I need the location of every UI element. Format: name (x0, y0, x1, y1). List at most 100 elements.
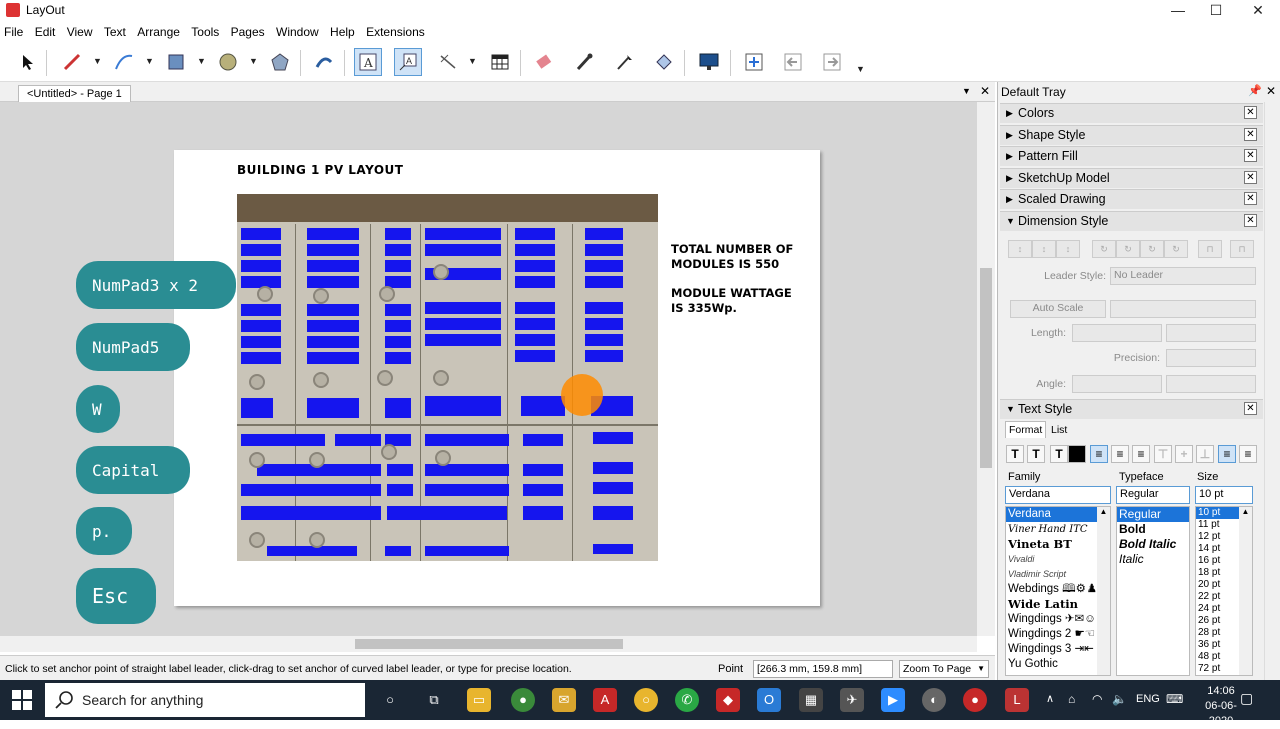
text-outline-icon[interactable]: T (1050, 445, 1068, 463)
family-list-scrollbar[interactable]: ▲ (1097, 507, 1110, 675)
list-item[interactable]: Verdana (1006, 507, 1110, 522)
panel-dimension-style[interactable]: ▼ Dimension Style ✕ (1000, 211, 1263, 231)
angle-format-select[interactable] (1166, 375, 1256, 393)
font-size-input[interactable]: 10 pt (1195, 486, 1253, 504)
dim-rotate-icon[interactable]: ↻ (1140, 240, 1164, 258)
eraser-icon[interactable] (530, 48, 558, 76)
align-center-icon[interactable]: ≡ (1111, 445, 1129, 463)
list-item[interactable]: Wingdings ✈✉☺ (1006, 612, 1110, 627)
taskbar-search-box[interactable]: Search for anything (45, 683, 365, 717)
dim-extension-icon[interactable]: ⊓ (1230, 240, 1254, 258)
acrobat-icon[interactable]: A (593, 688, 617, 712)
close-button[interactable]: ✕ (1238, 0, 1278, 22)
text-box-top-icon[interactable]: ≡ (1218, 445, 1236, 463)
menu-view[interactable]: View (63, 22, 97, 39)
file-explorer-icon[interactable]: ▭ (467, 688, 491, 712)
table-icon[interactable] (486, 48, 514, 76)
menu-extensions[interactable]: Extensions (362, 22, 429, 39)
text-format-icon[interactable]: T (1006, 445, 1024, 463)
list-item[interactable]: Yu Gothic (1006, 657, 1110, 672)
list-item[interactable]: Vladimir Script (1006, 567, 1110, 582)
text-color-swatch[interactable] (1068, 445, 1086, 463)
menu-help[interactable]: Help (326, 22, 359, 39)
leader-style-select[interactable]: No Leader (1110, 267, 1256, 285)
outlook-icon[interactable]: O (757, 688, 781, 712)
dim-rotate-icon[interactable]: ↻ (1164, 240, 1188, 258)
pin-icon[interactable]: 📌 (1248, 84, 1262, 97)
network-icon[interactable]: ⌂ (1068, 692, 1075, 706)
list-item[interactable]: Wide Latin (1006, 597, 1110, 612)
sketchup-icon[interactable]: ◆ (716, 688, 740, 712)
close-tray-icon[interactable]: ✕ (1266, 84, 1276, 98)
typeface-input[interactable]: Regular (1116, 486, 1190, 504)
tab-untitled-page-1[interactable]: <Untitled> - Page 1 (18, 85, 131, 103)
tab-format[interactable]: Format (1005, 421, 1047, 438)
volume-icon[interactable]: 🔈 (1112, 692, 1127, 706)
list-item[interactable]: Bold Italic (1117, 537, 1189, 552)
language-indicator[interactable]: ENG (1136, 693, 1160, 705)
anchor-top-icon[interactable]: ⊤ (1154, 445, 1172, 463)
app-icon[interactable]: ◐ (922, 688, 946, 712)
list-item[interactable]: Wingdings 3 ⇥⇤ (1006, 642, 1110, 657)
list-item[interactable]: Webdings 🕮⚙♟ (1006, 582, 1110, 597)
pen-icon[interactable] (610, 48, 638, 76)
cortana-icon[interactable]: ○ (378, 688, 402, 712)
label-icon[interactable]: A (394, 48, 422, 76)
vertical-scroll-thumb[interactable] (980, 268, 992, 468)
add-page-icon[interactable] (740, 48, 768, 76)
app-icon[interactable]: ✈ (840, 688, 864, 712)
length-format-select[interactable] (1166, 324, 1256, 342)
close-panel-icon[interactable]: ✕ (1244, 171, 1257, 184)
panel-scaled-drawing[interactable]: ▶ Scaled Drawing ✕ (1000, 189, 1263, 209)
text-bold-format-icon[interactable]: T (1027, 445, 1045, 463)
chrome-icon[interactable]: ● (511, 688, 535, 712)
auto-scale-select[interactable] (1110, 300, 1256, 318)
align-right-icon[interactable]: ≡ (1132, 445, 1150, 463)
tab-list[interactable]: List (1048, 423, 1070, 437)
close-panel-icon[interactable]: ✕ (1244, 402, 1257, 415)
menu-window[interactable]: Window (272, 22, 323, 39)
close-panel-icon[interactable]: ✕ (1244, 214, 1257, 227)
style-icon[interactable] (650, 48, 678, 76)
zoom-icon[interactable]: ▶ (881, 688, 905, 712)
tab-menu-chevron-icon[interactable]: ▼ (962, 86, 971, 96)
toolbar-overflow-icon[interactable]: ▼ (856, 64, 866, 74)
sticky-icon[interactable]: ○ (634, 688, 658, 712)
offset-icon[interactable] (310, 48, 338, 76)
dim-rotate-icon[interactable]: ↻ (1116, 240, 1140, 258)
menu-arrange[interactable]: Arrange (133, 22, 184, 39)
list-item[interactable]: Viner Hand ITC (1006, 522, 1110, 537)
list-item[interactable]: Wingdings 2 ☛☜ (1006, 627, 1110, 642)
list-item[interactable]: Regular (1117, 507, 1189, 522)
close-panel-icon[interactable]: ✕ (1244, 192, 1257, 205)
taskbar-clock[interactable]: 14:06 06-06-2020 (1196, 684, 1246, 729)
maximize-button[interactable]: ☐ (1196, 0, 1236, 22)
rectangle-icon[interactable] (162, 48, 190, 76)
keyboard-icon[interactable]: ⌨ (1166, 692, 1183, 706)
list-item[interactable]: Italic (1117, 552, 1189, 567)
menu-tools[interactable]: Tools (187, 22, 223, 39)
length-unit-select[interactable] (1072, 324, 1162, 342)
dim-align-icon[interactable]: ↕ (1008, 240, 1032, 258)
mail-icon[interactable]: ✉ (552, 688, 576, 712)
angle-unit-select[interactable] (1072, 375, 1162, 393)
text-icon[interactable]: A (354, 48, 382, 76)
chevron-down-icon[interactable]: ▼ (145, 56, 155, 66)
panel-sketchup-model[interactable]: ▶ SketchUp Model ✕ (1000, 168, 1263, 188)
typeface-list[interactable]: Regular Bold Bold Italic Italic (1116, 506, 1190, 676)
dim-align-icon[interactable]: ↕ (1056, 240, 1080, 258)
align-left-icon[interactable]: ≡ (1090, 445, 1108, 463)
layout-taskbar-icon[interactable]: L (1005, 688, 1029, 712)
chevron-down-icon[interactable]: ▼ (197, 56, 207, 66)
windows-start-icon[interactable] (12, 690, 32, 710)
eyedropper-icon[interactable] (570, 48, 598, 76)
recorder-icon[interactable]: ● (963, 688, 987, 712)
menu-edit[interactable]: Edit (31, 22, 60, 39)
module-summary-text[interactable]: TOTAL NUMBER OF MODULES IS 550 MODULE WA… (671, 242, 793, 316)
select-arrow-icon[interactable] (14, 48, 42, 76)
close-panel-icon[interactable]: ✕ (1244, 128, 1257, 141)
line-icon[interactable] (110, 48, 138, 76)
next-page-icon[interactable] (818, 48, 846, 76)
list-item[interactable]: Bold (1117, 522, 1189, 537)
font-family-list[interactable]: Verdana Viner Hand ITC Vineta BT Vivaldi… (1005, 506, 1111, 676)
